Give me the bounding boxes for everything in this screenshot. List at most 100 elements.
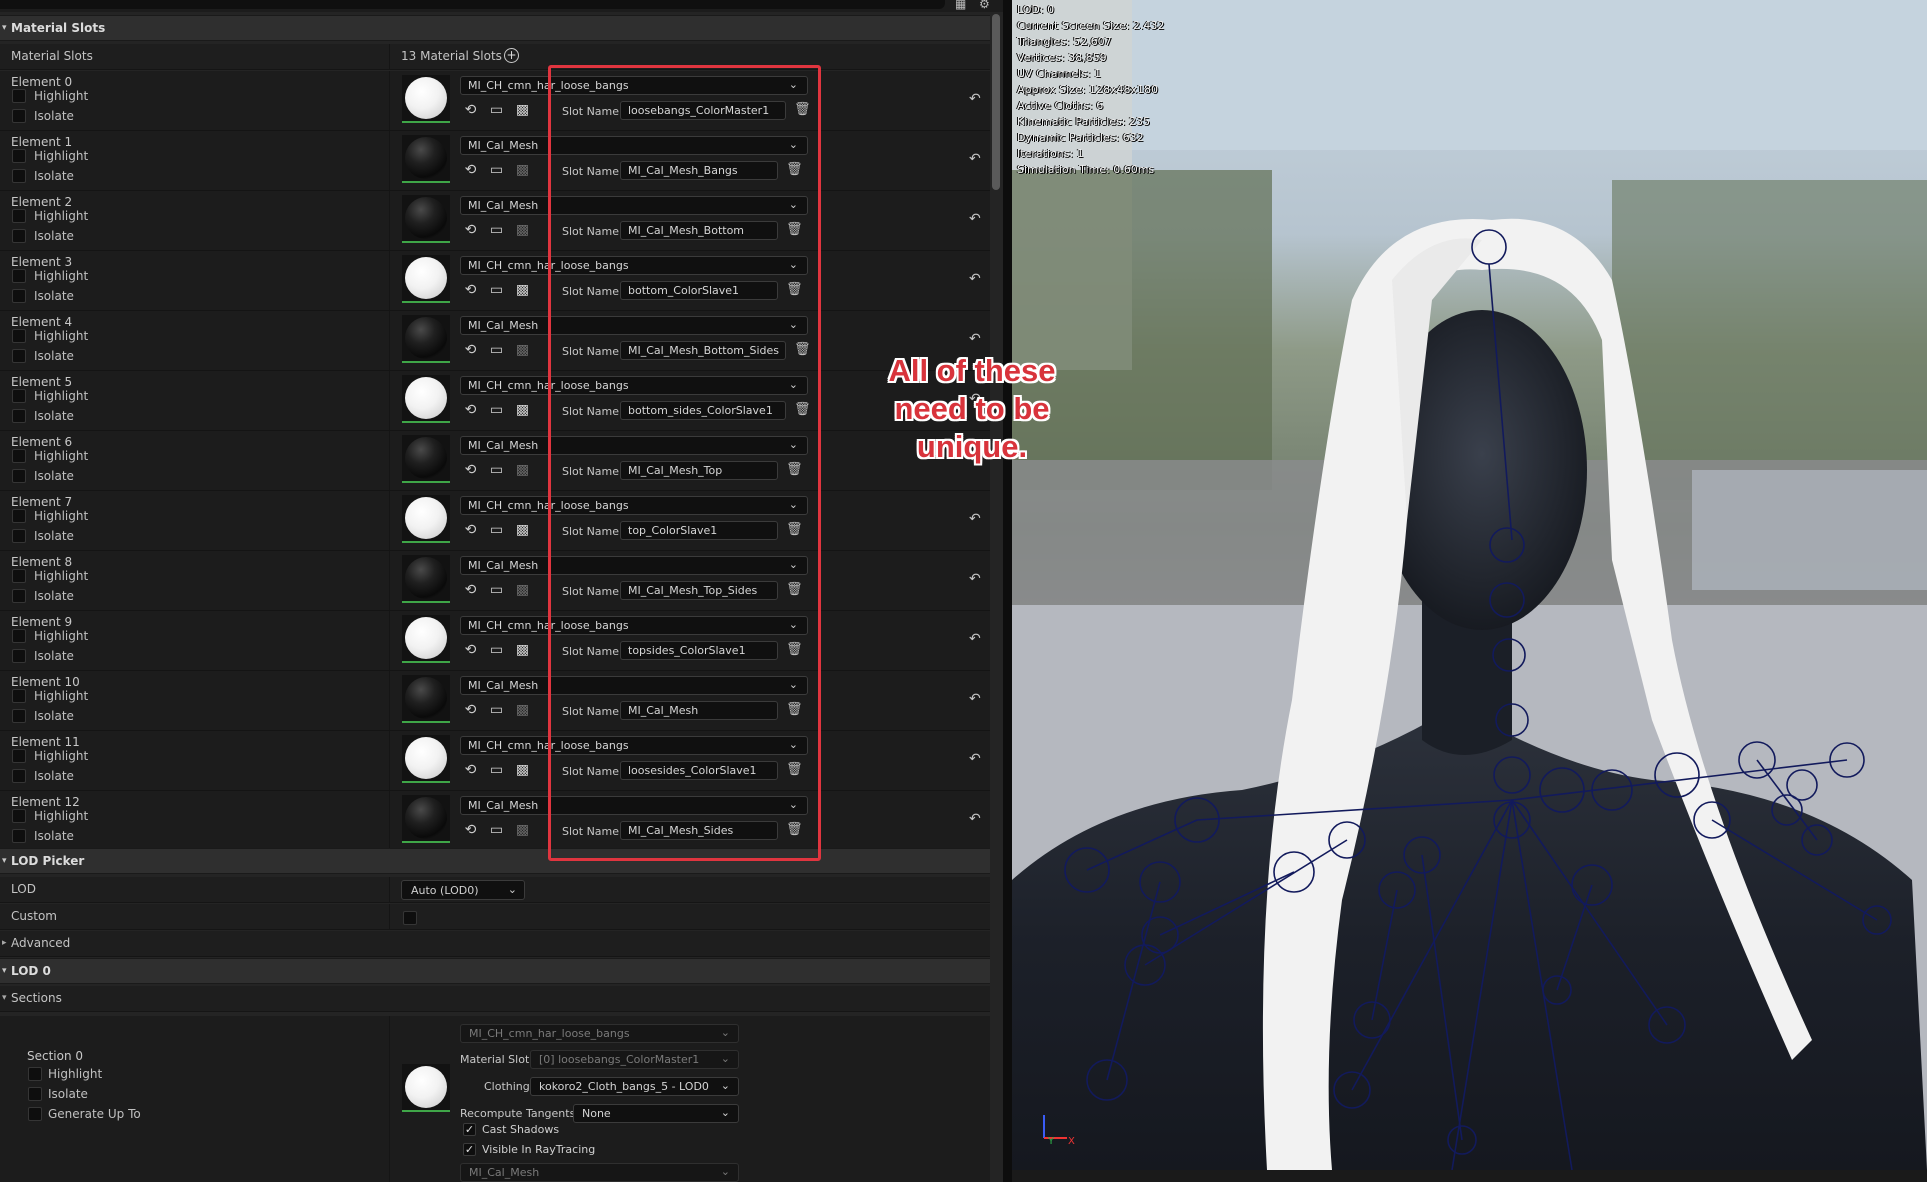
reset-to-default-icon[interactable]: ↶	[969, 151, 981, 167]
highlight-checkbox[interactable]	[12, 209, 26, 223]
browse-folder-icon[interactable]: ▭	[488, 762, 505, 778]
material-thumbnail[interactable]	[402, 555, 450, 603]
material-thumbnail[interactable]	[402, 495, 450, 543]
category-material-slots[interactable]: ▾ Material Slots	[0, 15, 990, 41]
texture-grid-icon[interactable]: ▩	[514, 342, 531, 358]
reset-to-default-icon[interactable]: ↶	[969, 271, 981, 287]
custom-checkbox[interactable]	[403, 911, 417, 925]
add-slot-icon[interactable]: +	[504, 48, 519, 63]
highlight-checkbox[interactable]	[12, 569, 26, 583]
texture-grid-icon[interactable]: ▩	[514, 102, 531, 118]
reset-to-default-icon[interactable]: ↶	[969, 691, 981, 707]
isolate-checkbox[interactable]	[12, 409, 26, 423]
highlight-checkbox[interactable]	[12, 509, 26, 523]
collapse-arrow-icon[interactable]: ▾	[2, 966, 7, 976]
lod-dropdown[interactable]: Auto (LOD0) ⌄	[401, 880, 525, 900]
isolate-checkbox[interactable]	[12, 109, 26, 123]
texture-grid-icon[interactable]: ▩	[514, 462, 531, 478]
use-selected-icon[interactable]: ⟲	[462, 762, 479, 778]
recompute-tangents-dropdown[interactable]: None ⌄	[573, 1104, 739, 1123]
panel-splitter[interactable]	[1003, 0, 1012, 1182]
reset-to-default-icon[interactable]: ↶	[969, 511, 981, 527]
material-thumbnail[interactable]	[402, 675, 450, 723]
highlight-checkbox[interactable]	[28, 1067, 42, 1081]
texture-grid-icon[interactable]: ▩	[514, 762, 531, 778]
reset-to-default-icon[interactable]: ↶	[969, 631, 981, 647]
use-selected-icon[interactable]: ⟲	[462, 342, 479, 358]
material-thumbnail[interactable]	[402, 315, 450, 363]
highlight-checkbox[interactable]	[12, 389, 26, 403]
use-selected-icon[interactable]: ⟲	[462, 102, 479, 118]
texture-grid-icon[interactable]: ▩	[514, 282, 531, 298]
search-input[interactable]	[0, 0, 945, 9]
collapse-arrow-icon[interactable]: ▾	[2, 856, 7, 866]
isolate-checkbox[interactable]	[12, 349, 26, 363]
texture-grid-icon[interactable]: ▩	[514, 642, 531, 658]
isolate-checkbox[interactable]	[28, 1087, 42, 1101]
use-selected-icon[interactable]: ⟲	[462, 402, 479, 418]
isolate-checkbox[interactable]	[12, 829, 26, 843]
reset-to-default-icon[interactable]: ↶	[969, 811, 981, 827]
texture-grid-icon[interactable]: ▩	[514, 162, 531, 178]
use-selected-icon[interactable]: ⟲	[462, 642, 479, 658]
browse-folder-icon[interactable]: ▭	[488, 282, 505, 298]
browse-folder-icon[interactable]: ▭	[488, 702, 505, 718]
next-section-material-dropdown[interactable]: MI_Cal_Mesh ⌄	[460, 1163, 739, 1182]
browse-folder-icon[interactable]: ▭	[488, 102, 505, 118]
material-thumbnail[interactable]	[402, 195, 450, 243]
scrollbar-thumb[interactable]	[992, 14, 1000, 190]
highlight-checkbox[interactable]	[12, 629, 26, 643]
isolate-checkbox[interactable]	[12, 469, 26, 483]
material-thumbnail[interactable]	[402, 615, 450, 663]
collapse-arrow-icon[interactable]: ▾	[2, 23, 7, 33]
viewport[interactable]: Y X LOD: 0 Current Screen Size: 2.432 Tria…	[1012, 0, 1927, 1170]
material-thumbnail[interactable]	[402, 1064, 450, 1112]
browse-folder-icon[interactable]: ▭	[488, 222, 505, 238]
isolate-checkbox[interactable]	[12, 289, 26, 303]
use-selected-icon[interactable]: ⟲	[462, 522, 479, 538]
browse-folder-icon[interactable]: ▭	[488, 642, 505, 658]
isolate-checkbox[interactable]	[12, 769, 26, 783]
highlight-checkbox[interactable]	[12, 89, 26, 103]
material-thumbnail[interactable]	[402, 735, 450, 783]
browse-folder-icon[interactable]: ▭	[488, 822, 505, 838]
reset-to-default-icon[interactable]: ↶	[969, 331, 981, 347]
highlight-checkbox[interactable]	[12, 329, 26, 343]
sections-row[interactable]: ▾ Sections	[0, 986, 990, 1012]
material-thumbnail[interactable]	[402, 435, 450, 483]
material-thumbnail[interactable]	[402, 75, 450, 123]
isolate-checkbox[interactable]	[12, 709, 26, 723]
texture-grid-icon[interactable]: ▩	[514, 822, 531, 838]
texture-grid-icon[interactable]: ▩	[514, 582, 531, 598]
texture-grid-icon[interactable]: ▩	[514, 522, 531, 538]
material-thumbnail[interactable]	[402, 135, 450, 183]
cast-shadows-checkbox[interactable]: ✓	[463, 1123, 476, 1136]
texture-grid-icon[interactable]: ▩	[514, 222, 531, 238]
view-options-icon[interactable]: ▦	[955, 0, 969, 10]
browse-folder-icon[interactable]: ▭	[488, 402, 505, 418]
settings-gear-icon[interactable]: ⚙	[979, 0, 993, 10]
use-selected-icon[interactable]: ⟲	[462, 462, 479, 478]
use-selected-icon[interactable]: ⟲	[462, 702, 479, 718]
highlight-checkbox[interactable]	[12, 269, 26, 283]
isolate-checkbox[interactable]	[12, 229, 26, 243]
highlight-checkbox[interactable]	[12, 689, 26, 703]
use-selected-icon[interactable]: ⟲	[462, 822, 479, 838]
use-selected-icon[interactable]: ⟲	[462, 282, 479, 298]
isolate-checkbox[interactable]	[12, 529, 26, 543]
material-thumbnail[interactable]	[402, 795, 450, 843]
highlight-checkbox[interactable]	[12, 449, 26, 463]
use-selected-icon[interactable]: ⟲	[462, 222, 479, 238]
highlight-checkbox[interactable]	[12, 749, 26, 763]
material-slot-dropdown[interactable]: [0] loosebangs_ColorMaster1 ⌄	[530, 1050, 739, 1069]
use-selected-icon[interactable]: ⟲	[462, 162, 479, 178]
browse-folder-icon[interactable]: ▭	[488, 582, 505, 598]
highlight-checkbox[interactable]	[12, 809, 26, 823]
reset-to-default-icon[interactable]: ↶	[969, 751, 981, 767]
isolate-checkbox[interactable]	[12, 589, 26, 603]
clothing-dropdown[interactable]: kokoro2_Cloth_bangs_5 - LOD0 ⌄	[530, 1077, 739, 1096]
section-material-dropdown[interactable]: MI_CH_cmn_har_loose_bangs ⌄	[460, 1024, 739, 1043]
category-lod0[interactable]: ▾ LOD 0	[0, 958, 990, 984]
isolate-checkbox[interactable]	[12, 649, 26, 663]
material-thumbnail[interactable]	[402, 375, 450, 423]
